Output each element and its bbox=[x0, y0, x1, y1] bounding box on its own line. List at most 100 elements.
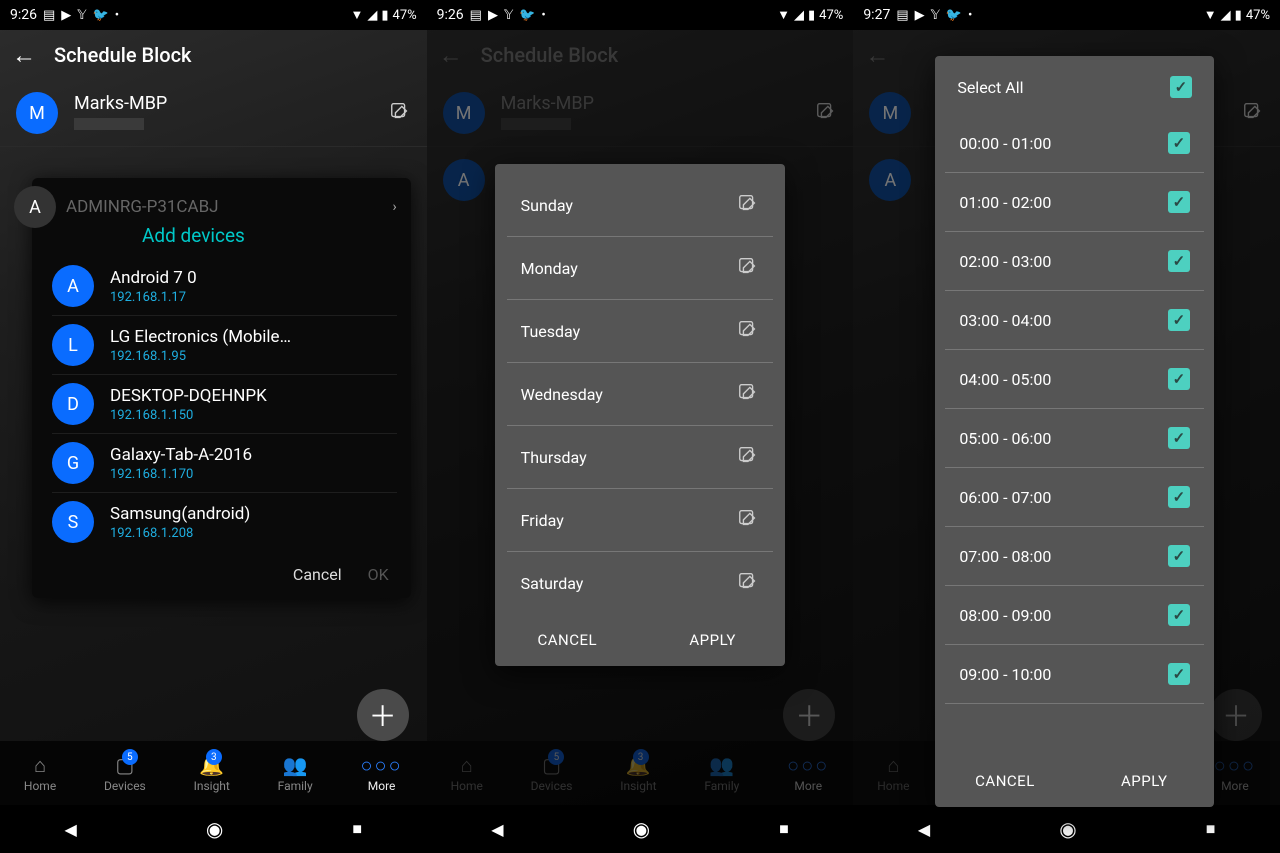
device-ip: 192.168.1.170 bbox=[110, 467, 397, 482]
select-all-row[interactable]: Select All ✓ bbox=[935, 56, 1214, 114]
checkbox-icon[interactable]: ✓ bbox=[1168, 309, 1190, 331]
day-row[interactable]: Tuesday bbox=[507, 300, 774, 363]
status-bar: 9:27 ▤ ▶ 𝕐 🐦 • ▼ ◢ ▮ 47% bbox=[853, 0, 1280, 30]
cancel-button[interactable]: Cancel bbox=[293, 565, 342, 584]
avatar: S bbox=[52, 501, 94, 543]
device-name: Android 7 0 bbox=[110, 268, 397, 288]
sys-home-icon[interactable]: ◉ bbox=[1059, 817, 1076, 841]
battery-pct: 47% bbox=[1246, 8, 1270, 23]
cancel-button[interactable]: CANCEL bbox=[495, 631, 640, 649]
sys-recent-icon[interactable]: ■ bbox=[1206, 819, 1216, 839]
wifi-icon: ▼ bbox=[1204, 7, 1217, 23]
edit-icon[interactable] bbox=[737, 192, 759, 218]
home-icon: ⌂ bbox=[34, 753, 46, 777]
sys-back-icon[interactable]: ◀ bbox=[491, 820, 503, 839]
battery-icon: ▮ bbox=[808, 8, 815, 23]
dot-icon: • bbox=[115, 8, 119, 23]
add-devices-dialog: A ADMINRG-P31CABJ › Add devices A Androi… bbox=[32, 178, 411, 598]
back-arrow-icon[interactable]: ← bbox=[12, 41, 36, 70]
add-device-item[interactable]: G Galaxy-Tab-A-2016 192.168.1.170 bbox=[52, 433, 397, 492]
hour-row[interactable]: 04:00 - 05:00✓ bbox=[945, 350, 1204, 409]
checkbox-icon[interactable]: ✓ bbox=[1168, 486, 1190, 508]
battery-pct: 47% bbox=[819, 8, 843, 23]
hour-row[interactable]: 01:00 - 02:00✓ bbox=[945, 173, 1204, 232]
checkbox-icon[interactable]: ✓ bbox=[1168, 191, 1190, 213]
dot-icon: • bbox=[541, 8, 545, 23]
signal-icon: ◢ bbox=[794, 8, 804, 23]
checkbox-icon[interactable]: ✓ bbox=[1168, 368, 1190, 390]
wifi-icon: ▼ bbox=[350, 7, 363, 23]
add-device-item[interactable]: L LG Electronics (Mobile… 192.168.1.95 bbox=[52, 315, 397, 374]
checkbox-icon[interactable]: ✓ bbox=[1170, 76, 1192, 98]
nav-devices[interactable]: ▢5Devices bbox=[104, 753, 146, 793]
hour-row[interactable]: 02:00 - 03:00✓ bbox=[945, 232, 1204, 291]
more-icon: ○○○ bbox=[360, 753, 402, 777]
battery-pct: 47% bbox=[393, 8, 417, 23]
system-nav: ◀ ◉ ■ bbox=[0, 805, 427, 853]
day-row[interactable]: Friday bbox=[507, 489, 774, 552]
day-row[interactable]: Saturday bbox=[507, 552, 774, 614]
bottom-nav: ⌂Home ▢5Devices 🔔3Insight 👥Family ○○○Mor… bbox=[0, 741, 427, 805]
edit-icon[interactable] bbox=[737, 381, 759, 407]
edit-icon[interactable] bbox=[737, 318, 759, 344]
sys-recent-icon[interactable]: ■ bbox=[779, 819, 789, 839]
sys-back-icon[interactable]: ◀ bbox=[65, 820, 77, 839]
device-ip: 192.168.1.95 bbox=[110, 349, 397, 364]
hour-row[interactable]: 00:00 - 01:00✓ bbox=[945, 114, 1204, 173]
notification-icon: ▤ bbox=[43, 8, 55, 23]
sys-home-icon[interactable]: ◉ bbox=[633, 817, 650, 841]
day-row[interactable]: Monday bbox=[507, 237, 774, 300]
nav-family[interactable]: 👥Family bbox=[278, 753, 313, 793]
apply-button[interactable]: APPLY bbox=[1075, 772, 1214, 790]
hour-row[interactable]: 03:00 - 04:00✓ bbox=[945, 291, 1204, 350]
checkbox-icon[interactable]: ✓ bbox=[1168, 604, 1190, 626]
device-name: LG Electronics (Mobile… bbox=[110, 327, 397, 347]
hour-row[interactable]: 05:00 - 06:00✓ bbox=[945, 409, 1204, 468]
status-time: 9:27 bbox=[863, 7, 890, 23]
checkbox-icon[interactable]: ✓ bbox=[1168, 132, 1190, 154]
day-row[interactable]: Sunday bbox=[507, 164, 774, 237]
nav-home[interactable]: ⌂Home bbox=[24, 753, 56, 793]
chevron-right-icon: › bbox=[392, 199, 396, 215]
device-row[interactable]: M Marks-MBP bbox=[0, 80, 427, 147]
day-row[interactable]: Thursday bbox=[507, 426, 774, 489]
edit-icon[interactable] bbox=[737, 255, 759, 281]
peek-avatar: A bbox=[14, 186, 56, 228]
edit-icon[interactable] bbox=[389, 100, 411, 126]
apply-button[interactable]: APPLY bbox=[640, 631, 785, 649]
notification-icon: ▤ bbox=[470, 8, 482, 23]
cancel-button[interactable]: CANCEL bbox=[935, 772, 1074, 790]
checkbox-icon[interactable]: ✓ bbox=[1168, 545, 1190, 567]
sys-back-icon[interactable]: ◀ bbox=[918, 820, 930, 839]
add-device-item[interactable]: D DESKTOP-DQEHNPK 192.168.1.150 bbox=[52, 374, 397, 433]
add-fab-button[interactable]: ＋ bbox=[357, 689, 409, 741]
hour-row[interactable]: 09:00 - 10:00✓ bbox=[945, 645, 1204, 704]
hour-row[interactable]: 08:00 - 09:00✓ bbox=[945, 586, 1204, 645]
system-nav: ◀ ◉ ■ bbox=[427, 805, 854, 853]
avatar: D bbox=[52, 383, 94, 425]
hour-row[interactable]: 06:00 - 07:00✓ bbox=[945, 468, 1204, 527]
days-dialog: Sunday Monday Tuesday Wednesday Thursday… bbox=[495, 164, 786, 666]
notification-icon: ▤ bbox=[896, 8, 908, 23]
edit-icon[interactable] bbox=[737, 444, 759, 470]
device-name: Galaxy-Tab-A-2016 bbox=[110, 445, 397, 465]
edit-icon[interactable] bbox=[737, 507, 759, 533]
sys-home-icon[interactable]: ◉ bbox=[206, 817, 223, 841]
nav-more[interactable]: ○○○More bbox=[360, 753, 402, 793]
add-device-item[interactable]: S Samsung(android) 192.168.1.208 bbox=[52, 492, 397, 551]
twitter-icon: 𝕐 bbox=[931, 8, 940, 23]
checkbox-icon[interactable]: ✓ bbox=[1168, 250, 1190, 272]
ok-button[interactable]: OK bbox=[368, 565, 389, 584]
hour-row[interactable]: 07:00 - 08:00✓ bbox=[945, 527, 1204, 586]
add-device-item[interactable]: A Android 7 0 192.168.1.17 bbox=[52, 257, 397, 315]
device-name: Samsung(android) bbox=[110, 504, 397, 524]
bird-icon: 🐦 bbox=[519, 8, 535, 23]
nav-insight[interactable]: 🔔3Insight bbox=[194, 753, 230, 793]
day-row[interactable]: Wednesday bbox=[507, 363, 774, 426]
dot-icon: • bbox=[968, 8, 972, 23]
device-avatar: M bbox=[16, 92, 58, 134]
edit-icon[interactable] bbox=[737, 570, 759, 596]
checkbox-icon[interactable]: ✓ bbox=[1168, 427, 1190, 449]
checkbox-icon[interactable]: ✓ bbox=[1168, 663, 1190, 685]
sys-recent-icon[interactable]: ■ bbox=[352, 819, 362, 839]
